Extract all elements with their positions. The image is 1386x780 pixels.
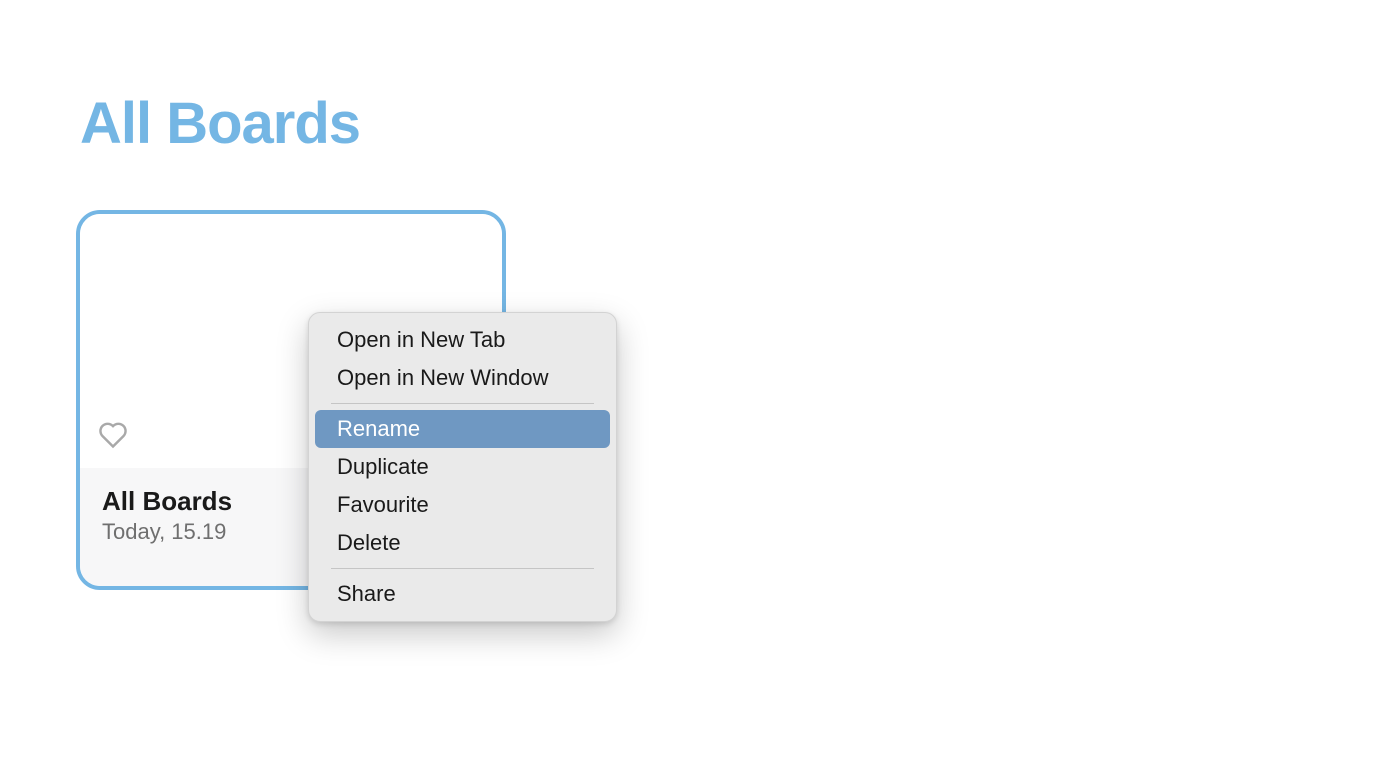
menu-item-open-new-window[interactable]: Open in New Window <box>315 359 610 397</box>
menu-item-delete[interactable]: Delete <box>315 524 610 562</box>
menu-item-share[interactable]: Share <box>315 575 610 613</box>
menu-separator <box>331 403 594 404</box>
context-menu: Open in New Tab Open in New Window Renam… <box>308 312 617 622</box>
menu-item-open-new-tab[interactable]: Open in New Tab <box>315 321 610 359</box>
heart-icon[interactable] <box>98 422 128 454</box>
menu-item-duplicate[interactable]: Duplicate <box>315 448 610 486</box>
menu-item-favourite[interactable]: Favourite <box>315 486 610 524</box>
menu-item-rename[interactable]: Rename <box>315 410 610 448</box>
page-title: All Boards <box>80 90 360 157</box>
menu-separator <box>331 568 594 569</box>
